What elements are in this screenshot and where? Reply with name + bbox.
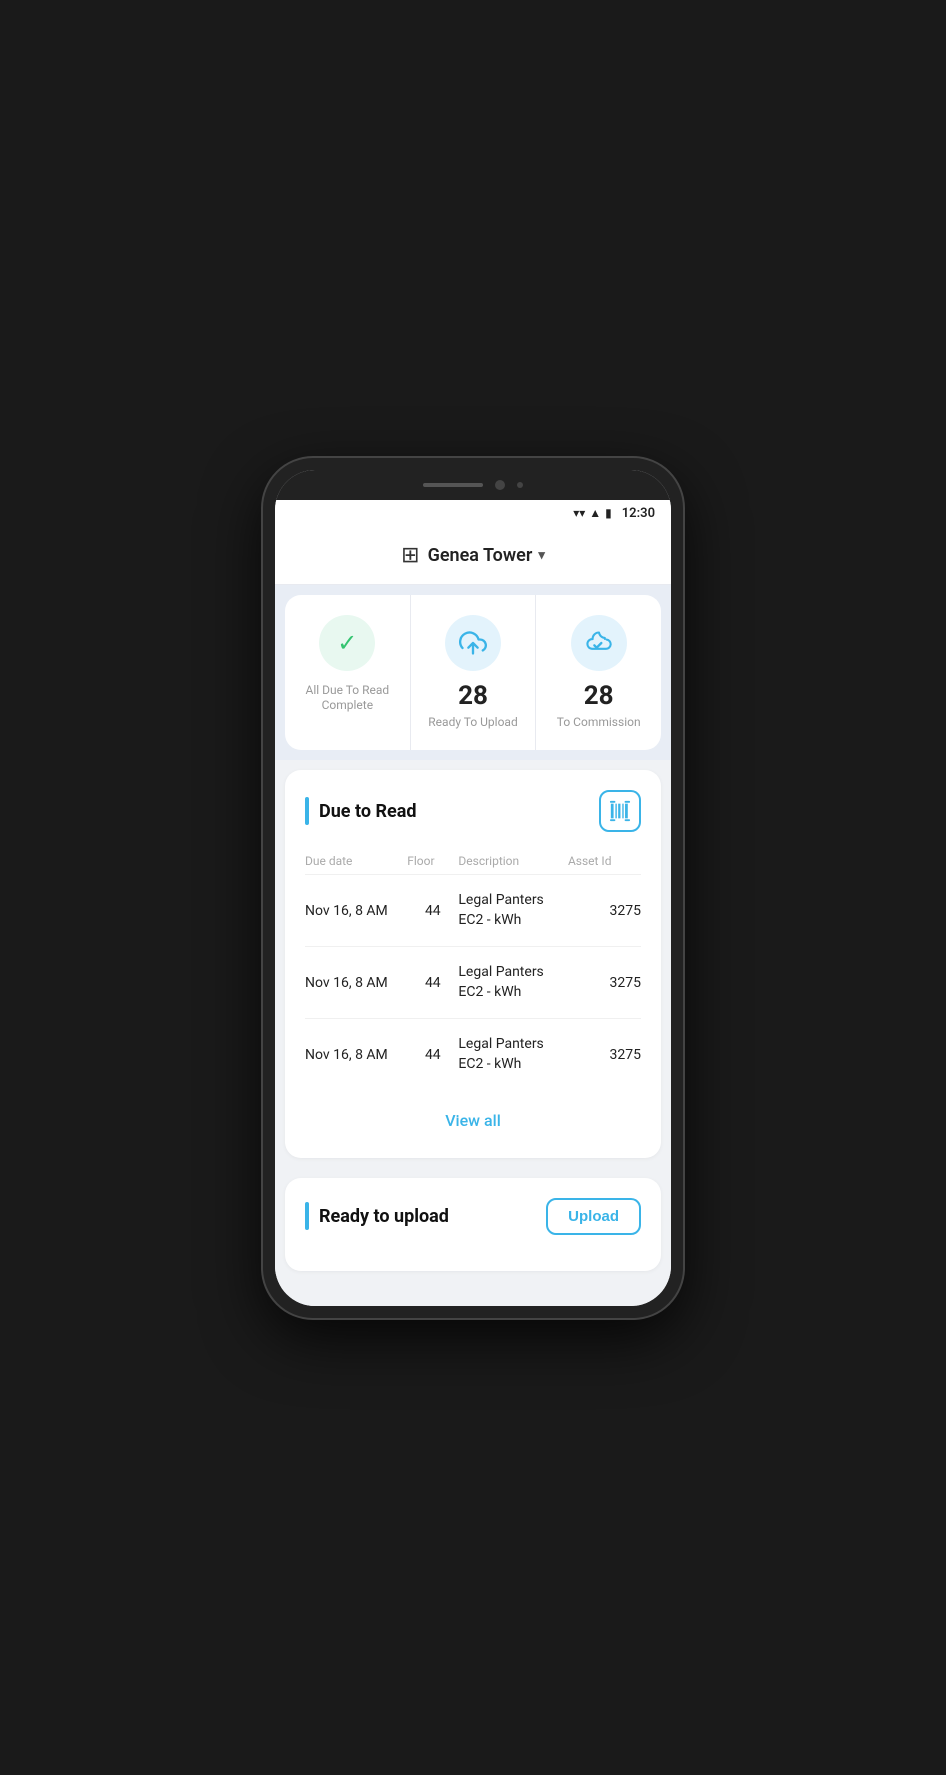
summary-item-commission[interactable]: 28 To Commission (536, 595, 661, 751)
ready-to-upload-header: Ready to upload Upload (305, 1198, 641, 1235)
header-title-text: Genea Tower (428, 545, 533, 566)
battery-icon: ▮ (605, 506, 612, 520)
section-title-wrapper: Due to Read (305, 797, 416, 825)
upload-button[interactable]: Upload (546, 1198, 641, 1235)
row2-due-date: Nov 16, 8 AM (305, 975, 407, 991)
ready-to-upload-title: Ready to upload (319, 1206, 449, 1227)
status-bar: ▾▾ ▲ ▮ 12:30 (275, 500, 671, 527)
barcode-scan-button[interactable] (599, 790, 641, 832)
due-to-read-header: Due to Read (305, 790, 641, 832)
section-accent-bar (305, 797, 309, 825)
col-header-asset-id: Asset Id (568, 854, 641, 868)
signal-icon: ▲ (589, 506, 601, 520)
summary-card: ✓ All Due To Read Complete 28 (285, 595, 661, 751)
view-all-link[interactable]: View all (305, 1103, 641, 1138)
ready-to-upload-section: Ready to upload Upload (285, 1178, 661, 1271)
row2-description: Legal PantersEC2 - kWh (458, 963, 568, 1002)
commission-circle-icon (571, 615, 627, 671)
row1-asset-id: 3275 (568, 903, 641, 919)
table-header: Due date Floor Description Asset Id (305, 848, 641, 874)
chevron-down-icon[interactable]: ▾ (538, 548, 545, 563)
app-header: ⊞ Genea Tower ▾ (275, 527, 671, 585)
summary-item-ready-upload[interactable]: 28 Ready To Upload (411, 595, 537, 751)
commission-label: To Commission (557, 715, 641, 731)
col-header-due-date: Due date (305, 854, 407, 868)
all-due-label: All Due To Read Complete (295, 683, 400, 714)
table-row[interactable]: Nov 16, 8 AM 44 Legal PantersEC2 - kWh 3… (305, 874, 641, 946)
row3-floor: 44 (407, 1047, 458, 1063)
status-time: 12:30 (622, 506, 655, 521)
table-row[interactable]: Nov 16, 8 AM 44 Legal PantersEC2 - kWh 3… (305, 946, 641, 1018)
phone-device: ▾▾ ▲ ▮ 12:30 ⊞ Genea Tower ▾ (263, 458, 683, 1318)
col-header-description: Description (458, 854, 568, 868)
row2-floor: 44 (407, 975, 458, 991)
notch-camera (495, 480, 505, 490)
col-header-floor: Floor (407, 854, 458, 868)
ready-upload-count: 28 (458, 683, 488, 709)
check-circle-icon: ✓ (319, 615, 375, 671)
commission-cloud-icon (585, 629, 613, 657)
row3-description: Legal PantersEC2 - kWh (458, 1035, 568, 1074)
commission-count: 28 (584, 683, 614, 709)
summary-item-all-due[interactable]: ✓ All Due To Read Complete (285, 595, 411, 751)
checkmark-icon: ✓ (337, 629, 357, 657)
phone-screen: ▾▾ ▲ ▮ 12:30 ⊞ Genea Tower ▾ (275, 470, 671, 1306)
row3-due-date: Nov 16, 8 AM (305, 1047, 407, 1063)
upload-cloud-icon (459, 629, 487, 657)
row1-description: Legal PantersEC2 - kWh (458, 891, 568, 930)
upload-section-title-wrapper: Ready to upload (305, 1202, 449, 1230)
app-content: ⊞ Genea Tower ▾ ✓ All Due To Read Comple… (275, 527, 671, 1306)
building-icon: ⊞ (401, 543, 419, 568)
status-icons: ▾▾ ▲ ▮ (573, 506, 612, 520)
due-to-read-section: Due to Read D (285, 770, 661, 1158)
upload-section-accent-bar (305, 1202, 309, 1230)
row1-due-date: Nov 16, 8 AM (305, 903, 407, 919)
row1-floor: 44 (407, 903, 458, 919)
row2-asset-id: 3275 (568, 975, 641, 991)
table-row[interactable]: Nov 16, 8 AM 44 Legal PantersEC2 - kWh 3… (305, 1018, 641, 1090)
upload-circle-icon (445, 615, 501, 671)
notch-bar (423, 483, 483, 487)
notch-dot (517, 482, 523, 488)
barcode-icon (609, 800, 631, 822)
phone-top-bar (275, 470, 671, 500)
due-to-read-title: Due to Read (319, 801, 416, 822)
wifi-icon: ▾▾ (573, 506, 585, 520)
header-title: Genea Tower ▾ (428, 545, 545, 566)
summary-section: ✓ All Due To Read Complete 28 (275, 585, 671, 761)
row3-asset-id: 3275 (568, 1047, 641, 1063)
ready-upload-label: Ready To Upload (428, 715, 517, 731)
